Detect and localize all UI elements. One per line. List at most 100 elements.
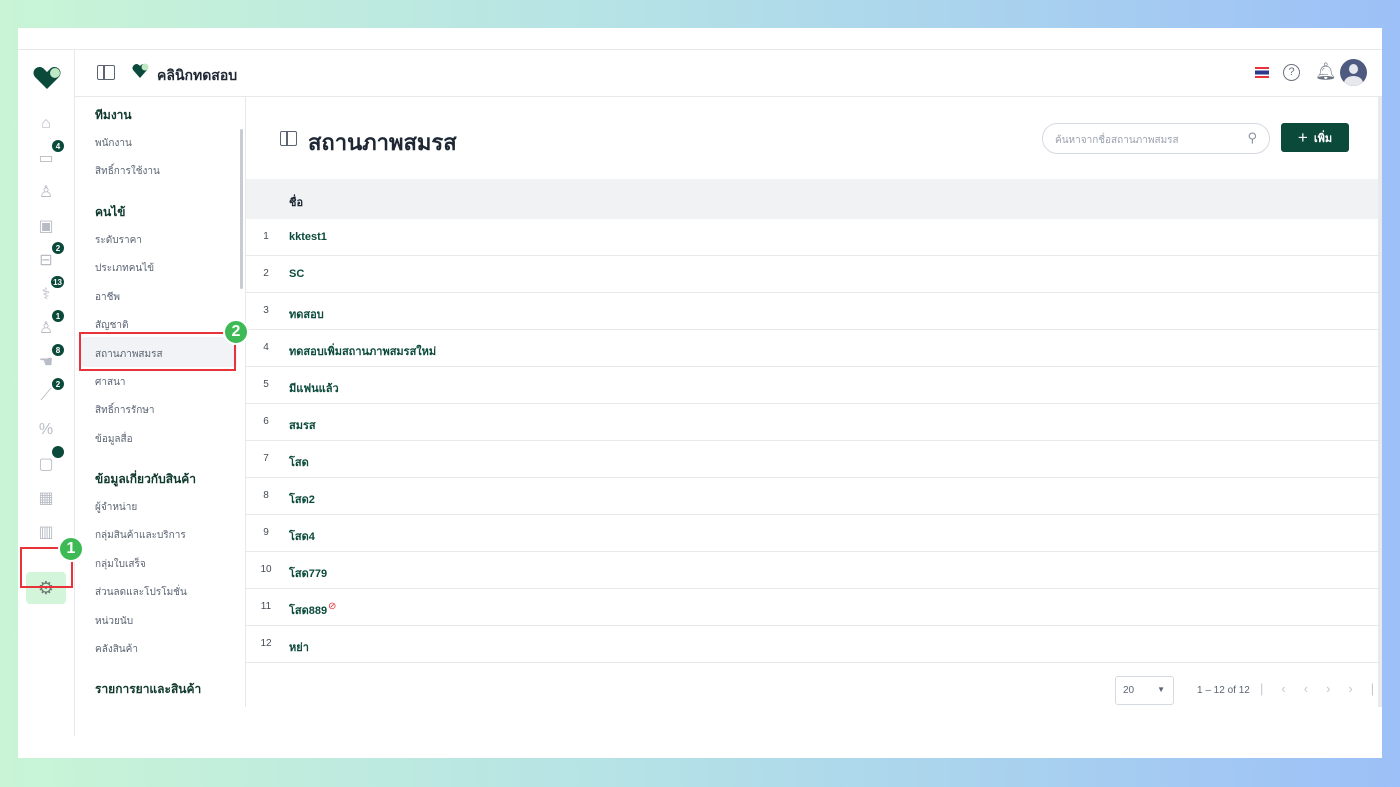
row-name[interactable]: สมรส (289, 416, 316, 434)
bell-icon[interactable]: 🔔︎ (1315, 62, 1337, 82)
row-name[interactable]: โสด779 (289, 564, 327, 582)
annotation-step-2: 2 (223, 319, 249, 345)
page-size-select[interactable]: 20 ▼ (1115, 676, 1174, 705)
table-row[interactable]: 10 โสด779 (246, 552, 1378, 589)
table-row[interactable]: 2 SC (246, 256, 1378, 293)
prev-page-icon[interactable]: ‹ (1304, 681, 1326, 696)
pill-icon[interactable]: ⟋ 2 (34, 378, 64, 408)
menu-section-products: ข้อมูลเกี่ยวกับสินค้า (95, 472, 196, 486)
menu-item-media[interactable]: ข้อมูลสื่อ (95, 432, 133, 447)
row-number: 6 (263, 416, 269, 427)
column-header-name[interactable]: ชื่อ (289, 193, 303, 211)
clinic-logo-icon (131, 62, 149, 85)
menu-item-patient-type[interactable]: ประเภทคนไข้ (95, 261, 154, 276)
bag-icon[interactable]: ▢ (34, 446, 64, 476)
disabled-icon: ⊘ (328, 601, 337, 612)
calendar-icon[interactable]: ▭ 4 (34, 140, 64, 170)
search-input[interactable]: ค้นหาจากชื่อสถานภาพสมรส ⚲ (1042, 123, 1270, 154)
row-name[interactable]: โสด2 (289, 490, 315, 508)
help-icon[interactable]: ? (1283, 64, 1300, 81)
row-name[interactable]: โสด4 (289, 527, 315, 545)
board-icon[interactable]: ▣ (34, 214, 58, 238)
row-name[interactable]: ทดสอบ (289, 305, 324, 323)
table-row[interactable]: 3 ทดสอบ (246, 293, 1378, 330)
treatment-bed-icon[interactable]: ⊟ 2 (34, 242, 64, 272)
top-header: คลินิกทดสอบ ? 🔔︎ (75, 50, 1382, 97)
table-row[interactable]: 9 โสด4 (246, 515, 1378, 552)
table-row[interactable]: 4 ทดสอบเพิ่มสถานภาพสมรสใหม่ (246, 330, 1378, 367)
badge: 2 (52, 378, 64, 390)
person-icon[interactable]: ♙ (34, 180, 58, 204)
avatar[interactable] (1340, 59, 1367, 86)
menu-item-discounts[interactable]: ส่วนลดและโปรโมชั่น (95, 585, 187, 600)
menu-scrollbar[interactable] (240, 129, 243, 289)
badge: 2 (52, 242, 64, 254)
row-name[interactable]: kktest1 (289, 231, 327, 243)
row-name[interactable]: ทดสอบเพิ่มสถานภาพสมรสใหม่ (289, 342, 436, 360)
caret-down-icon: ▼ (1157, 685, 1165, 694)
row-name[interactable]: SC (289, 268, 304, 280)
home-icon[interactable]: ⌂ (34, 112, 58, 136)
table-row[interactable]: 8 โสด2 (246, 478, 1378, 515)
logo-icon (32, 66, 62, 95)
doctor-icon[interactable]: ♙ 1 (34, 310, 64, 340)
search-icon: ⚲ (1247, 130, 1257, 145)
menu-item-staff[interactable]: พนักงาน (95, 136, 132, 151)
table-row[interactable]: 12 หย่า (246, 626, 1378, 663)
menu-section-team: ทีมงาน (95, 108, 132, 122)
top-strip (18, 28, 1382, 50)
row-number: 7 (263, 453, 269, 464)
row-number: 12 (260, 638, 272, 649)
table-header: ชื่อ (246, 179, 1378, 219)
icon-rail: ⌂ ▭ 4 ♙ ▣ ⊟ 2 ⚕ 13 ♙ 1 ☚ 8 ⟋ 2 % ▢ ▦ ▥ ⚙ (18, 50, 75, 736)
menu-section-drugs: รายการยาและสินค้า (95, 682, 202, 696)
main-content: สถานภาพสมรส ค้นหาจากชื่อสถานภาพสมรส ⚲ + เพ… (246, 97, 1378, 707)
last-page-icon[interactable]: ›| (1348, 681, 1392, 696)
stethoscope-icon[interactable]: ⚕ 13 (34, 276, 64, 306)
row-name[interactable]: โสด (289, 453, 309, 471)
menu-item-warehouse[interactable]: คลังสินค้า (95, 642, 138, 657)
table-row[interactable]: 11 โสด889 ⊘ (246, 589, 1378, 626)
page-scrollbar[interactable] (1378, 97, 1382, 707)
page-title: สถานภาพสมรส (308, 130, 457, 155)
chart-icon[interactable]: ▥ (34, 520, 58, 544)
add-label: เพิ่ม (1313, 132, 1333, 145)
page-size-value: 20 (1123, 685, 1135, 696)
menu-item-suppliers[interactable]: ผู้จำหน่าย (95, 500, 137, 515)
first-page-icon[interactable]: |‹ (1260, 681, 1304, 696)
menu-item-nationality[interactable]: สัญชาติ (95, 318, 129, 333)
menu-item-price-level[interactable]: ระดับราคา (95, 233, 142, 248)
clinic-name: คลินิกทดสอบ (157, 67, 238, 83)
panel-icon (280, 131, 297, 146)
menu-item-receipt-groups[interactable]: กลุ่มใบเสร็จ (95, 557, 146, 572)
row-name[interactable]: โสด889 (289, 601, 327, 619)
menu-item-product-groups[interactable]: กลุ่มสินค้าและบริการ (95, 528, 186, 543)
row-name[interactable]: หย่า (289, 638, 309, 656)
grid-icon[interactable]: ▦ (34, 486, 58, 510)
annotation-box-2 (79, 332, 236, 371)
menu-item-occupation[interactable]: อาชีพ (95, 290, 120, 305)
badge: 1 (52, 310, 64, 322)
table-row[interactable]: 5 มีแฟนแล้ว (246, 367, 1378, 404)
add-button[interactable]: + เพิ่ม (1281, 123, 1349, 152)
menu-item-units[interactable]: หน่วยนับ (95, 614, 133, 629)
thai-flag-icon[interactable] (1255, 67, 1269, 78)
table-row[interactable]: 6 สมรส (246, 404, 1378, 441)
menu-section-patients: คนไข้ (95, 205, 126, 219)
hand-icon[interactable]: ☚ 8 (34, 344, 64, 374)
menu-item-religion[interactable]: ศาสนา (95, 375, 126, 390)
row-number: 4 (263, 342, 269, 353)
percent-icon[interactable]: % (34, 418, 58, 442)
row-name[interactable]: มีแฟนแล้ว (289, 379, 339, 397)
row-number: 3 (263, 305, 269, 316)
next-page-icon[interactable]: › (1326, 681, 1348, 696)
menu-item-treatment-rights[interactable]: สิทธิ์การรักษา (95, 403, 154, 418)
settings-menu: ทีมงาน พนักงาน สิทธิ์การใช้งาน คนไข้ ระด… (75, 97, 246, 707)
table-row[interactable]: 7 โสด (246, 441, 1378, 478)
table-row[interactable]: 1 kktest1 (246, 219, 1378, 256)
menu-item-permissions[interactable]: สิทธิ์การใช้งาน (95, 164, 160, 179)
row-number: 8 (263, 490, 269, 501)
sidebar-toggle-icon[interactable] (97, 65, 115, 80)
dot-badge (52, 446, 64, 458)
badge: 13 (51, 276, 64, 288)
